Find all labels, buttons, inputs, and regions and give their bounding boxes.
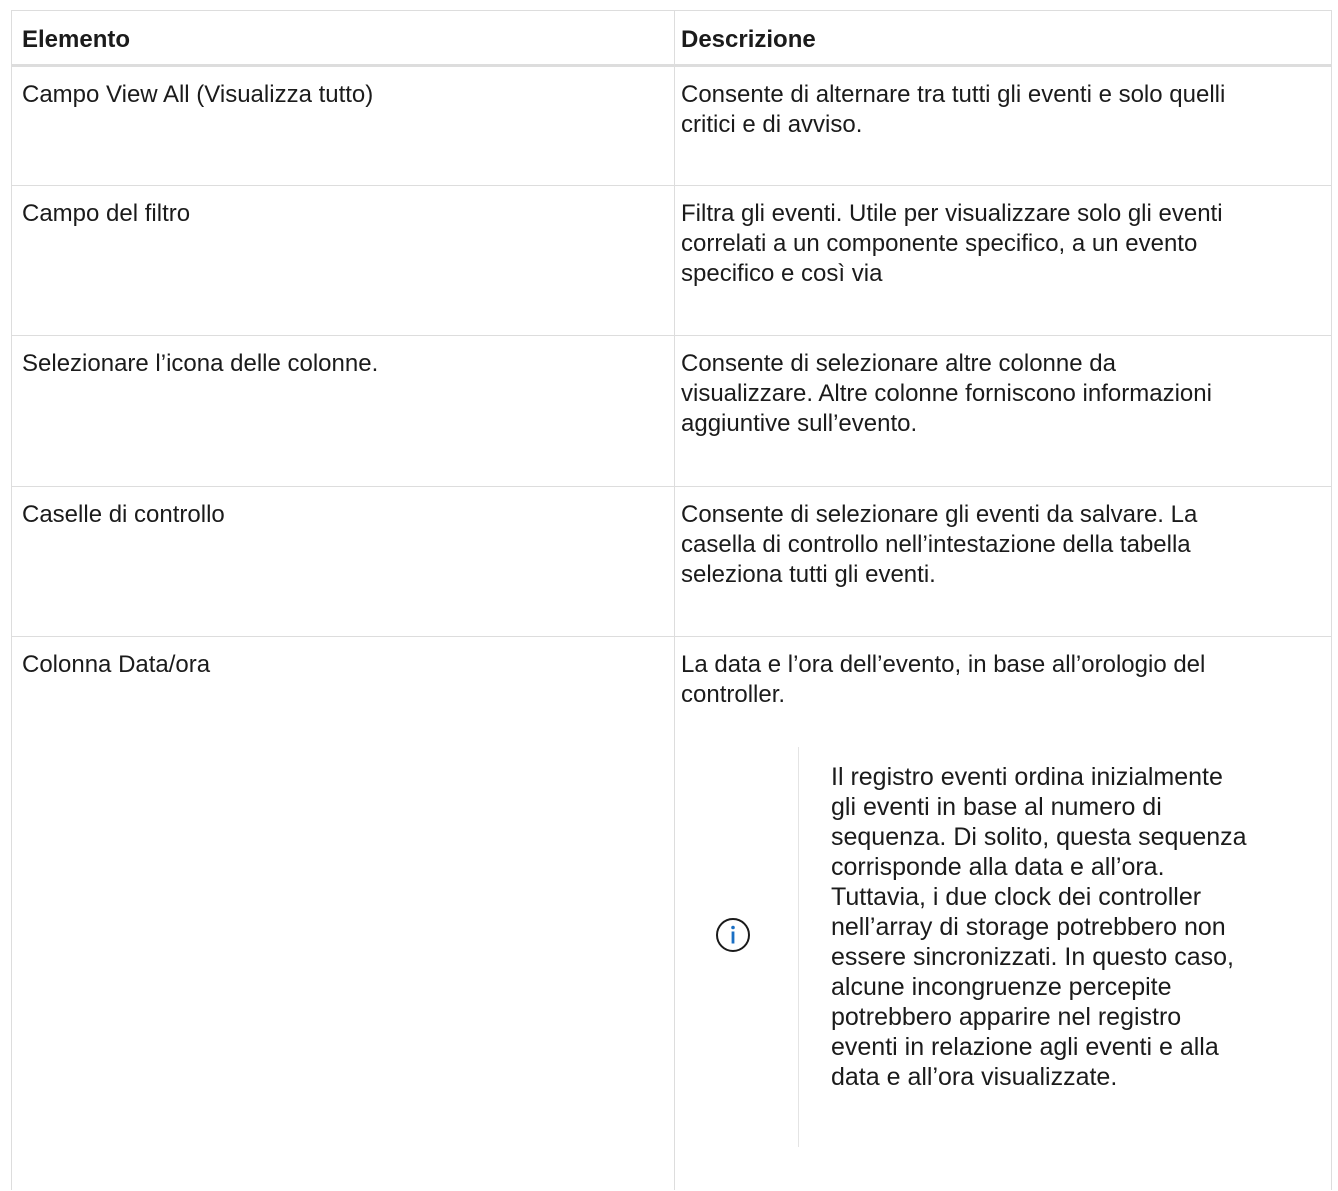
row-element: Selezionare l’icona delle colonne. <box>22 350 379 377</box>
row-element: Caselle di controllo <box>22 501 225 528</box>
table-row: Selezionare l’icona delle colonne. Conse… <box>12 336 1331 487</box>
row-description: Consente di selezionare altre colonne da… <box>681 350 1212 437</box>
info-note: Il registro eventi ordina inizialmente g… <box>681 747 1321 1147</box>
table-row: Colonna Data/ora La data e l’ora dell’ev… <box>12 637 1331 1191</box>
table-row: Campo del filtro Filtra gli eventi. Util… <box>12 186 1331 336</box>
table-row: Caselle di controllo Consente di selezio… <box>12 487 1331 637</box>
note-text: Il registro eventi ordina inizialmente g… <box>831 763 1247 1091</box>
info-icon <box>716 918 750 952</box>
table-header: Elemento Descrizione <box>12 11 1331 67</box>
row-description: La data e l’ora dell’evento, in base all… <box>681 651 1206 708</box>
row-element: Campo del filtro <box>22 200 191 227</box>
header-element: Elemento <box>22 26 131 53</box>
header-description: Descrizione <box>681 26 816 53</box>
row-element: Campo View All (Visualizza tutto) <box>22 81 374 108</box>
table-row: Campo View All (Visualizza tutto) Consen… <box>12 67 1331 186</box>
row-element: Colonna Data/ora <box>22 651 211 678</box>
row-description: Consente di selezionare gli eventi da sa… <box>681 501 1198 588</box>
note-divider <box>798 747 799 1147</box>
row-description: Consente di alternare tra tutti gli even… <box>681 81 1226 138</box>
row-description: Filtra gli eventi. Utile per visualizzar… <box>681 200 1223 287</box>
events-reference-table: Elemento Descrizione Campo View All (Vis… <box>11 10 1332 1190</box>
